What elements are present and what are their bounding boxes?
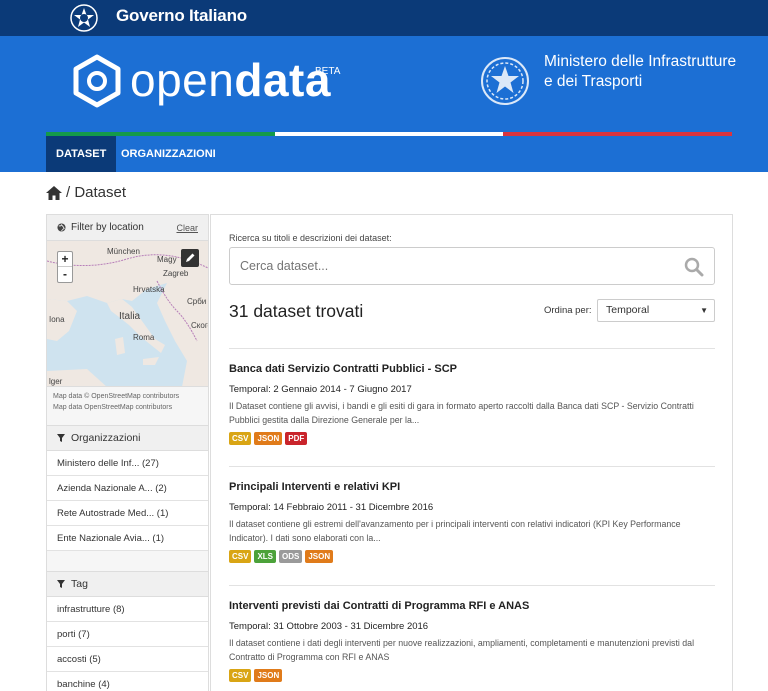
globe-icon (57, 223, 66, 232)
organizations-list: Ministero delle Inf... (27) Azienda Nazi… (47, 451, 208, 551)
draw-area-button[interactable] (181, 249, 199, 267)
map-label: München (107, 247, 140, 256)
tags-filter-header: Tag (47, 571, 208, 597)
map-label: Magy (157, 255, 177, 264)
dataset-item: Banca dati Servizio Contratti Pubblici -… (229, 348, 715, 445)
tags-filter-title: Tag (71, 578, 88, 590)
site-header: opendata BETA Ministero delle Infrastrut… (0, 36, 768, 132)
map-label: Iona (49, 315, 65, 324)
organizations-filter-header: Organizzazioni (47, 425, 208, 451)
map-label: Roma (133, 333, 155, 342)
dataset-item: Principali Interventi e relativi KPI Tem… (229, 466, 715, 563)
search-input[interactable] (230, 248, 650, 284)
clear-location-link[interactable]: Clear (176, 223, 198, 233)
format-badge[interactable]: XLS (254, 550, 277, 563)
government-title[interactable]: Governo Italiano (116, 6, 247, 26)
organization-item[interactable]: Ente Nazionale Avia... (1) (47, 526, 208, 551)
sort-select[interactable]: Temporal ▼ (597, 299, 715, 322)
tag-item[interactable]: infrastrutture (8) (47, 597, 208, 622)
dataset-description: Il dataset contiene gli estremi dell'ava… (229, 519, 681, 543)
chevron-down-icon: ▼ (700, 306, 708, 315)
sort-label: Ordina per: (544, 305, 592, 316)
location-map[interactable]: München Magy Zagreb Hrvatska Срби Italia… (47, 241, 208, 387)
opendata-logo-icon[interactable] (72, 54, 122, 108)
stripe-white (274, 132, 504, 136)
search-icon[interactable] (684, 257, 704, 277)
format-badge[interactable]: CSV (229, 550, 252, 563)
dataset-temporal: Temporal: 31 Ottobre 2003 - 31 Dicembre … (229, 621, 429, 632)
format-badge[interactable]: JSON (254, 432, 283, 445)
zoom-in-button[interactable]: + (58, 252, 72, 267)
breadcrumb-current: / Dataset (66, 184, 127, 201)
opendata-logo-text[interactable]: opendata (130, 52, 331, 108)
format-badge[interactable]: JSON (305, 550, 334, 563)
dataset-temporal: Temporal: 14 Febbraio 2011 - 31 Dicembre… (229, 502, 434, 513)
ministry-emblem-icon (481, 57, 529, 105)
format-badge[interactable]: CSV (229, 432, 252, 445)
nav-organizzazioni[interactable]: ORGANIZZAZIONI (111, 136, 226, 172)
map-label: Срби (187, 297, 207, 306)
attribution-line-1[interactable]: Map data © OpenStreetMap contributors (53, 391, 202, 402)
map-label: Ского (191, 321, 208, 330)
location-filter-header: Filter by location Clear (47, 215, 208, 241)
beta-label: BETA (315, 66, 341, 77)
location-filter-title: Filter by location (71, 222, 144, 233)
logo-text-light: open (130, 54, 235, 106)
map-label: Italia (119, 311, 141, 322)
format-badge[interactable]: CSV (229, 669, 252, 682)
filter-icon (57, 580, 65, 588)
organization-item[interactable]: Ministero delle Inf... (27) (47, 451, 208, 476)
map-attribution: Map data © OpenStreetMap contributors Ma… (47, 387, 208, 417)
dataset-item: Interventi previsti dai Contratti di Pro… (229, 585, 715, 682)
dataset-results-panel: Ricerca su titoli e descrizioni dei data… (210, 214, 733, 691)
dataset-title[interactable]: Banca dati Servizio Contratti Pubblici -… (229, 363, 715, 375)
search-label: Ricerca su titoli e descrizioni dei data… (229, 233, 392, 243)
main-navigation: DATASET ORGANIZZAZIONI (0, 132, 768, 172)
tag-item[interactable]: accosti (5) (47, 647, 208, 672)
organization-item[interactable]: Azienda Nazionale A... (2) (47, 476, 208, 501)
dataset-formats: CSV JSON PDF (229, 432, 715, 445)
tag-item[interactable]: banchine (4) (47, 672, 208, 691)
map-label: Hrvatska (133, 285, 165, 294)
dataset-formats: CSV XLS ODS JSON (229, 550, 715, 563)
nav-dataset[interactable]: DATASET (46, 136, 117, 172)
home-icon[interactable] (46, 185, 62, 200)
dataset-temporal: Temporal: 2 Gennaio 2014 - 7 Giugno 2017 (229, 384, 412, 395)
map-label: Zagreb (163, 269, 189, 278)
dataset-title[interactable]: Interventi previsti dai Contratti di Pro… (229, 600, 715, 612)
dataset-title[interactable]: Principali Interventi e relativi KPI (229, 481, 715, 493)
format-badge[interactable]: PDF (285, 432, 308, 445)
sort-value: Temporal (606, 304, 650, 316)
attribution-line-2[interactable]: Map data OpenStreetMap contributors (53, 402, 202, 413)
dataset-description: Il Dataset contiene gli avvisi, i bandi … (229, 401, 694, 425)
filter-icon (57, 434, 65, 442)
dataset-description: Il dataset contiene i dati degli interve… (229, 638, 695, 662)
breadcrumb: / Dataset (46, 184, 126, 201)
logo-text-bold: data (234, 54, 331, 106)
search-box (229, 247, 715, 285)
zoom-out-button[interactable]: - (58, 267, 72, 282)
tags-list: infrastrutture (8) porti (7) accosti (5)… (47, 597, 208, 691)
stripe-red (503, 132, 733, 136)
dataset-formats: CSV JSON (229, 669, 715, 682)
pencil-icon (186, 253, 195, 262)
map-zoom-control: + - (57, 251, 73, 283)
italian-republic-emblem-icon (70, 4, 98, 32)
organizations-filter-title: Organizzazioni (71, 432, 141, 444)
government-bar: Governo Italiano (0, 0, 768, 36)
filter-sidebar: Filter by location Clear München Magy Za… (46, 214, 209, 691)
format-badge[interactable]: JSON (254, 669, 283, 682)
results-count: 31 dataset trovati (229, 301, 364, 321)
map-label: lger (49, 377, 63, 386)
tag-item[interactable]: porti (7) (47, 622, 208, 647)
format-badge[interactable]: ODS (279, 550, 303, 563)
ministry-name[interactable]: Ministero delle Infrastrutture e dei Tra… (544, 52, 744, 92)
organization-item[interactable]: Rete Autostrade Med... (1) (47, 501, 208, 526)
